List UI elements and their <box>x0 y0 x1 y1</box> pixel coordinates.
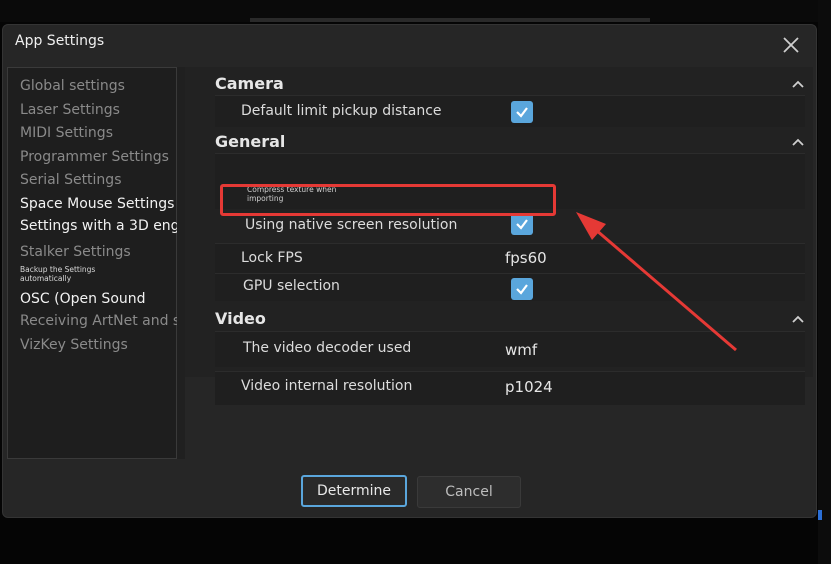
sidebar-item-global[interactable]: Global settings <box>20 78 125 94</box>
close-icon <box>783 37 799 53</box>
top-edge-bar <box>250 18 650 22</box>
chevron-up-icon[interactable] <box>791 77 805 91</box>
video-resolution-value[interactable]: p1024 <box>505 378 553 396</box>
setting-row-lock-fps: Lock FPS fps60 <box>215 243 805 273</box>
cancel-button[interactable]: Cancel <box>417 476 521 508</box>
check-icon <box>516 107 528 118</box>
setting-label: Default limit pickup distance <box>241 103 442 119</box>
app-settings-dialog: App Settings Global settings Laser Setti… <box>2 24 817 518</box>
check-icon <box>516 219 528 230</box>
setting-label: GPU selection <box>243 278 340 294</box>
sidebar-item-backup-line1[interactable]: Backup the Settings <box>20 265 95 274</box>
sidebar-item-serial[interactable]: Serial Settings <box>20 172 122 188</box>
sidebar-item-stalker[interactable]: Stalker Settings <box>20 244 131 260</box>
settings-content: Camera Default limit pickup distance Gen… <box>185 67 813 377</box>
setting-row-video-decoder: The video decoder used wmf <box>215 331 805 367</box>
pickup-distance-checkbox[interactable] <box>511 101 533 123</box>
accent-edge-mark <box>818 510 822 520</box>
setting-label-native-resolution: Using native screen resolution <box>245 217 458 233</box>
dialog-title: App Settings <box>15 33 105 49</box>
setting-row-pickup-distance: Default limit pickup distance <box>215 95 805 127</box>
settings-sidebar: Global settings Laser Settings MIDI Sett… <box>7 67 201 459</box>
top-background-strip <box>0 0 831 22</box>
sidebar-item-programmer[interactable]: Programmer Settings <box>20 149 169 165</box>
video-decoder-value[interactable]: wmf <box>505 341 537 359</box>
setting-row-gpu: GPU selection <box>215 273 805 301</box>
section-title-camera: Camera <box>215 74 284 93</box>
sidebar-item-backup-line2[interactable]: automatically <box>20 274 71 283</box>
section-title-general: General <box>215 132 286 151</box>
compress-texture-label-line1: Compress texture when <box>247 185 337 194</box>
gpu-selection-checkbox[interactable] <box>511 278 533 300</box>
right-background-strip <box>818 0 831 564</box>
close-button[interactable] <box>779 33 803 57</box>
section-title-video: Video <box>215 309 266 328</box>
sidebar-item-osc[interactable]: OSC (Open Sound <box>20 291 146 307</box>
sidebar-item-midi[interactable]: MIDI Settings <box>20 125 113 141</box>
sidebar-scrollbar[interactable] <box>177 67 185 459</box>
sidebar-item-vizkey[interactable]: VizKey Settings <box>20 337 128 353</box>
sidebar-item-artnet[interactable]: Receiving ArtNet and sAC <box>20 313 199 329</box>
setting-row-compress-texture <box>215 153 805 209</box>
sidebar-item-3d-engine[interactable]: Settings with a 3D engine <box>20 218 201 234</box>
lock-fps-value[interactable]: fps60 <box>505 249 547 267</box>
sidebar-item-space-mouse[interactable]: Space Mouse Settings <box>20 196 174 212</box>
compress-texture-label-line2: importing <box>247 194 284 203</box>
chevron-up-icon[interactable] <box>791 312 805 326</box>
determine-button[interactable]: Determine <box>301 475 407 507</box>
native-resolution-checkbox[interactable] <box>511 213 533 235</box>
setting-label: The video decoder used <box>243 340 412 356</box>
chevron-up-icon[interactable] <box>791 135 805 149</box>
setting-label: Lock FPS <box>241 250 303 266</box>
setting-label: Video internal resolution <box>241 378 413 394</box>
sidebar-item-laser[interactable]: Laser Settings <box>20 102 120 118</box>
check-icon <box>516 284 528 295</box>
setting-row-video-resolution: Video internal resolution p1024 <box>215 371 805 405</box>
